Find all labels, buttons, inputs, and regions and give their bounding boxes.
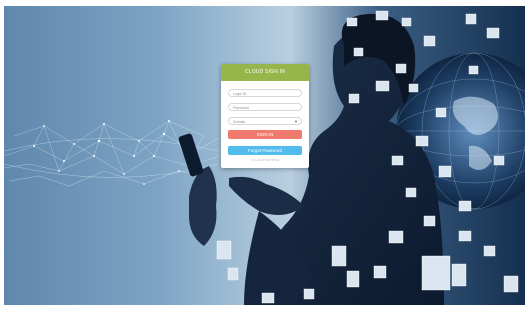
chevron-down-icon: ▼ xyxy=(294,119,298,124)
footer-note: ( 1 ) 2 3 4 5 6 7 8 9 0 xyxy=(251,158,279,162)
hand-right xyxy=(229,176,304,215)
forgot-password-button[interactable]: Forgot Password xyxy=(228,146,302,155)
login-card: CLOUD SIGN IN Login ID Password Domain ▼… xyxy=(221,64,309,168)
domain-select-value: Domain xyxy=(233,120,246,124)
login-id-input[interactable]: Login ID xyxy=(228,89,302,97)
password-input[interactable]: Password xyxy=(228,103,302,111)
card-title: CLOUD SIGN IN xyxy=(221,64,309,81)
background-photo-frame: CLOUD SIGN IN Login ID Password Domain ▼… xyxy=(4,6,525,305)
network-nodes xyxy=(33,120,195,185)
domain-select[interactable]: Domain ▼ xyxy=(228,117,302,125)
phone xyxy=(178,133,204,177)
sign-in-button[interactable]: SIGN IN xyxy=(228,130,302,139)
hand-left xyxy=(189,166,217,246)
